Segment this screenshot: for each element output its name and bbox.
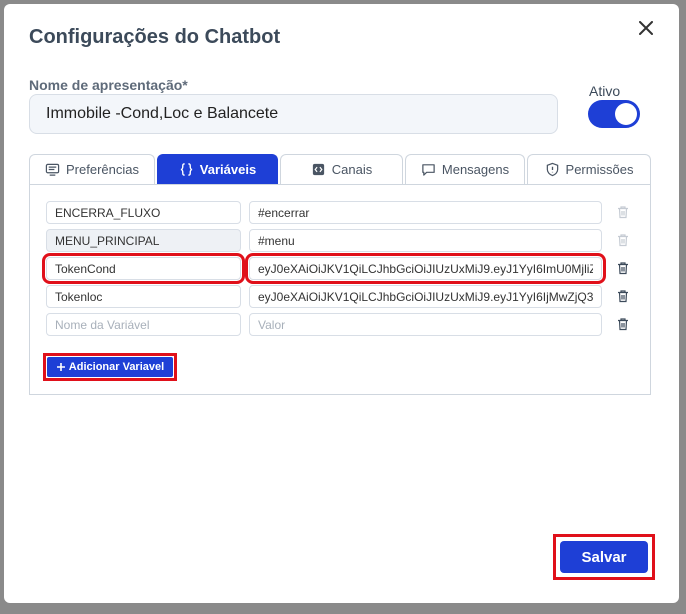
new-variable-name-input[interactable] xyxy=(46,313,241,336)
add-variable-button[interactable]: Adicionar Variavel xyxy=(47,357,173,377)
tab-mensagens[interactable]: Mensagens xyxy=(405,154,525,184)
trash-icon[interactable] xyxy=(616,205,630,219)
code-icon xyxy=(312,163,324,176)
tab-label: Canais xyxy=(331,162,373,177)
name-label: Nome de apresentação* xyxy=(29,77,188,93)
new-variable-value-input[interactable] xyxy=(249,313,602,336)
tab-canais[interactable]: Canais xyxy=(280,154,403,184)
variable-value-input[interactable] xyxy=(245,253,606,284)
close-button[interactable] xyxy=(634,16,658,40)
toggle-knob xyxy=(615,103,637,125)
trash-icon[interactable] xyxy=(616,289,630,303)
tab-label: Mensagens xyxy=(441,162,510,177)
variable-row xyxy=(42,253,640,284)
variable-value-input[interactable] xyxy=(249,285,602,308)
variable-name-input[interactable] xyxy=(46,201,241,224)
chatbot-settings-modal: Configurações do Chatbot Nome de apresen… xyxy=(4,4,679,603)
tab-permissoes[interactable]: Permissões xyxy=(527,154,651,184)
message-icon xyxy=(422,164,435,176)
new-variable-row xyxy=(46,313,640,336)
tab-bar: Preferências Variáveis Canais Mensagens xyxy=(29,154,651,184)
variable-row xyxy=(46,229,640,252)
tab-label: Variáveis xyxy=(199,162,257,177)
tab-label: Permissões xyxy=(565,162,634,177)
plus-icon xyxy=(56,363,65,371)
name-input[interactable] xyxy=(29,94,558,134)
tab-label: Preferências xyxy=(66,162,139,177)
tab-preferencias[interactable]: Preferências xyxy=(29,154,155,184)
active-toggle[interactable] xyxy=(588,100,640,128)
variable-name-input[interactable] xyxy=(42,253,245,284)
close-icon xyxy=(639,21,653,35)
variable-row xyxy=(46,201,640,224)
variable-row xyxy=(46,285,640,308)
trash-icon[interactable] xyxy=(616,233,630,247)
trash-icon[interactable] xyxy=(616,261,630,275)
braces-icon xyxy=(180,163,193,176)
variable-name-input[interactable] xyxy=(46,285,241,308)
variables-panel: Adicionar Variavel xyxy=(29,184,651,395)
modal-title: Configurações do Chatbot xyxy=(29,26,281,48)
tab-variaveis[interactable]: Variáveis xyxy=(157,154,278,184)
active-label: Ativo xyxy=(589,83,621,99)
variable-name-input[interactable] xyxy=(46,229,241,252)
variable-value-input[interactable] xyxy=(249,201,602,224)
variable-value-input[interactable] xyxy=(249,229,602,252)
trash-icon[interactable] xyxy=(616,317,630,331)
save-button[interactable]: Salvar xyxy=(560,541,648,573)
add-variable-label: Adicionar Variavel xyxy=(68,361,165,373)
shield-icon xyxy=(546,162,558,177)
save-button-highlight: Salvar xyxy=(553,534,655,580)
preferences-icon xyxy=(45,163,60,176)
